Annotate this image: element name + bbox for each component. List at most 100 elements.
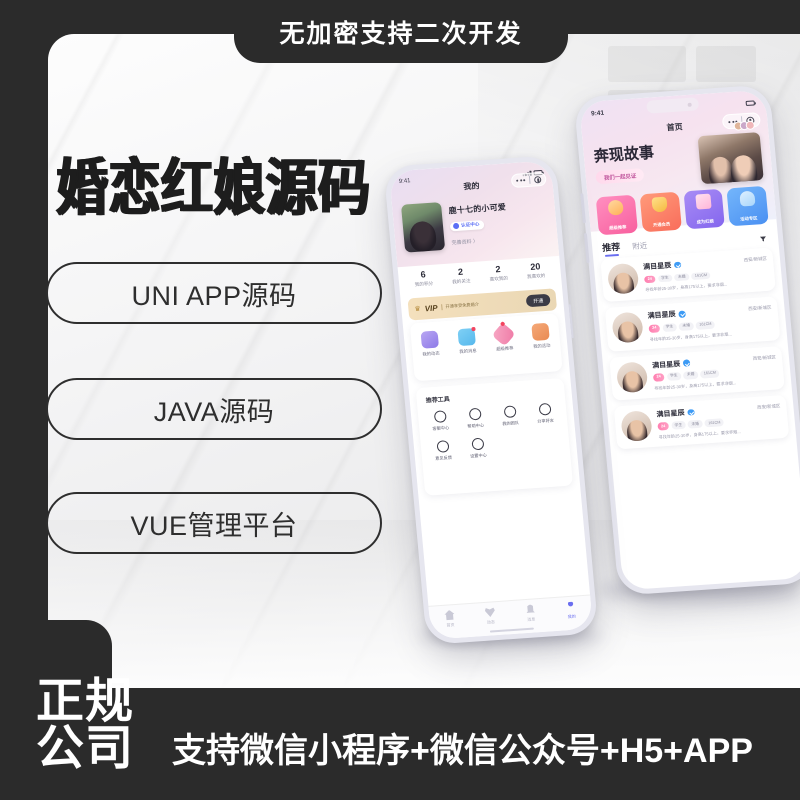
home-icon <box>444 610 455 621</box>
stat-value: 2 <box>457 266 464 277</box>
avatar[interactable] <box>400 202 446 253</box>
tag-occupation: 学生 <box>670 421 686 430</box>
backdrop-block <box>608 46 686 82</box>
bottom-tabbar: 首页 动态 消息 我的 <box>428 594 594 640</box>
tool-help-center[interactable]: 帮助中心 <box>457 407 494 430</box>
filter-icon[interactable] <box>758 230 767 242</box>
tabbar-label: 消息 <box>527 615 536 622</box>
legit-company-label: 正规 公司 <box>36 677 135 775</box>
share-icon <box>538 402 552 416</box>
status-time: 9:41 <box>590 109 605 118</box>
user-name: 满目星辰 <box>647 311 676 321</box>
tab-recommend[interactable]: 推荐 <box>602 240 621 254</box>
category-open-member[interactable]: 开通会员 <box>639 191 682 233</box>
category-row: 超级推荐 开通会员 成为红娘 活动专区 <box>595 185 769 236</box>
stat-value: 2 <box>494 264 501 275</box>
tag-marital: 未婚 <box>687 419 703 429</box>
tag-height: 161CM <box>691 271 711 281</box>
category-activity-zone[interactable]: 活动专区 <box>726 185 769 227</box>
tabbar-item-profile[interactable]: 我的 <box>565 601 577 620</box>
tabbar-item-dynamic[interactable]: 动态 <box>485 607 497 626</box>
tool-label: 设置中心 <box>469 452 488 459</box>
user-name: 鹿十七的小可爱 <box>448 202 507 216</box>
quick-action-label: 我的活动 <box>532 342 551 349</box>
profile-block: 鹿十七的小可爱 认证中心 完善资料 〉 <box>400 198 510 253</box>
verified-icon <box>678 310 686 318</box>
status-indicators <box>744 99 755 106</box>
category-label: 成为红娘 <box>696 217 714 225</box>
quick-actions-card: 我的动态 我的消息 超级推荐 我的活动 <box>409 313 563 382</box>
status-time: 9:41 <box>398 178 411 185</box>
list-item[interactable]: 满目星辰 西安/新城区 24 学生 未婚 161CM 寻找年龄25-30岁，身高… <box>609 345 785 401</box>
quick-action-super-recommend[interactable]: 超级推荐 <box>486 321 521 353</box>
quick-action-my-activity[interactable]: 我的活动 <box>523 322 558 350</box>
verified-icon <box>682 359 690 367</box>
platform-support-text: 支持微信小程序+微信公众号+H5+APP <box>172 732 753 770</box>
quick-action-my-dynamic[interactable]: 我的动态 <box>413 330 448 358</box>
avatar <box>606 262 640 295</box>
stat-value: 6 <box>420 269 427 280</box>
tag-marital: 未婚 <box>683 370 699 380</box>
tabbar-label: 动态 <box>486 618 496 625</box>
hero-photo <box>697 132 764 185</box>
page-title: 婚恋红娘源码 <box>56 154 371 223</box>
quick-action-label: 我的消息 <box>459 347 477 355</box>
list-item[interactable]: 满目星辰 西安/新城区 24 学生 未婚 161CM 寻找年龄25-30岁，身高… <box>613 394 790 450</box>
category-become-matchmaker[interactable]: 成为红娘 <box>682 188 726 230</box>
vip-open-button[interactable]: 开通 <box>525 293 551 308</box>
tag-age: 24 <box>643 275 656 284</box>
person-icon <box>565 601 576 612</box>
target-icon[interactable] <box>533 175 542 183</box>
stat-label: 我的积分 <box>414 280 434 288</box>
tabbar-label: 我的 <box>567 613 576 619</box>
team-icon <box>503 405 517 419</box>
home-header: 9:41 首页 奔现故事 我们一起见证 超级推荐 开通会员 成为红娘 活动专区 <box>578 89 777 236</box>
tabbar-label: 首页 <box>446 621 455 628</box>
stat-following[interactable]: 2 我的关注 <box>451 266 471 285</box>
more-dots-icon[interactable] <box>516 179 526 182</box>
tool-my-team[interactable]: 我的团队 <box>492 405 529 428</box>
quick-action-my-message[interactable]: 我的消息 <box>449 326 484 355</box>
stat-points[interactable]: 6 我的积分 <box>413 269 434 288</box>
stat-label: 我喜欢的 <box>526 272 546 280</box>
tabbar-item-message[interactable]: 消息 <box>525 604 537 623</box>
tool-customer-service[interactable]: 客服中心 <box>422 409 459 432</box>
feature-pill-label: UNI APP源码 <box>131 280 297 311</box>
tabbar-item-home[interactable]: 首页 <box>444 610 456 629</box>
hero-subtitle: 我们一起见证 <box>595 168 645 185</box>
verify-center-badge[interactable]: 认证中心 <box>449 219 485 231</box>
miniprogram-capsule[interactable] <box>511 171 547 189</box>
top-banner: 无加密支持二次开发 <box>234 0 568 63</box>
category-super-recommend[interactable]: 超级推荐 <box>595 194 638 236</box>
stat-i-like[interactable]: 20 我喜欢的 <box>526 261 546 280</box>
banner-corner-right <box>568 0 594 26</box>
profile-header: 9:41 我的 鹿十七的小可爱 认证中心 完善资料 〉 <box>388 160 560 268</box>
headset-icon <box>433 410 447 424</box>
tool-feedback[interactable]: 意见反馈 <box>425 439 462 462</box>
user-list: 满目星辰 西安/新城区 24 学生 未婚 161CM 寻找年龄25-30岁，身高… <box>600 247 790 450</box>
settings-icon <box>470 437 484 451</box>
vip-label: VIP <box>424 303 438 313</box>
tool-settings[interactable]: 设置中心 <box>459 437 496 460</box>
user-location: 西安/新城区 <box>743 255 768 263</box>
tag-age: 24 <box>652 373 665 382</box>
tag-marital: 未婚 <box>674 272 690 282</box>
list-item[interactable]: 满目星辰 西安/新城区 24 学生 未婚 161CM 寻找年龄25-30岁，身高… <box>600 247 776 303</box>
verify-center-label: 认证中心 <box>460 221 480 228</box>
legit-line-2: 公司 <box>36 721 135 775</box>
stat-label: 喜欢我的 <box>489 275 509 282</box>
tool-label: 我的团队 <box>502 420 520 427</box>
activity-icon <box>531 322 550 341</box>
bell-icon <box>525 604 536 615</box>
feature-pill-java: JAVA源码 <box>46 378 382 440</box>
list-item[interactable]: 满目星辰 西安/新城区 24 学生 未婚 161CM 寻找年龄25-30岁，身高… <box>604 296 781 352</box>
quick-action-label: 我的动态 <box>422 350 440 357</box>
stat-liked-me[interactable]: 2 喜欢我的 <box>488 264 508 283</box>
complete-profile-link[interactable]: 完善资料 〉 <box>451 235 509 247</box>
user-location: 西安/新城区 <box>752 354 777 361</box>
tag-age: 24 <box>657 422 670 431</box>
tool-share-friend[interactable]: 分享好友 <box>527 402 564 425</box>
stat-value: 20 <box>529 261 541 272</box>
tab-nearby[interactable]: 附近 <box>632 240 648 252</box>
vip-subtitle: 开通享受免费婚介 <box>441 301 480 311</box>
